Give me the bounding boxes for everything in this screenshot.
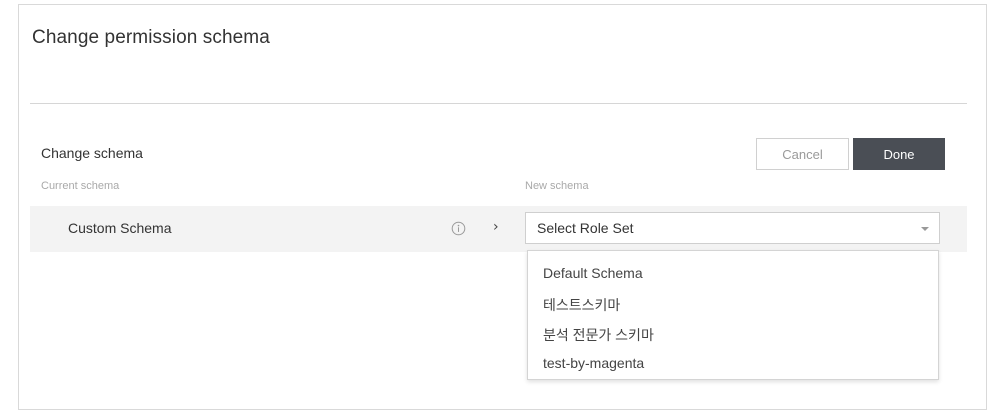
role-set-select-value: Select Role Set	[537, 220, 634, 236]
done-button[interactable]: Done	[853, 138, 945, 170]
info-icon[interactable]	[451, 221, 466, 236]
dropdown-option[interactable]: test-by-magenta	[543, 355, 644, 371]
title-divider	[30, 103, 967, 104]
new-schema-label: New schema	[525, 180, 589, 192]
role-set-dropdown: Default Schema 테스트스키마 분석 전문가 스키마 test-by…	[527, 250, 939, 380]
schema-row: Custom Schema › Select Role Set	[30, 206, 967, 252]
cancel-button[interactable]: Cancel	[756, 138, 849, 170]
current-schema-name: Custom Schema	[68, 220, 172, 236]
current-schema-label: Current schema	[41, 180, 120, 192]
dropdown-option[interactable]: 분석 전문가 스키마	[543, 325, 654, 345]
dropdown-option[interactable]: 테스트스키마	[543, 295, 620, 315]
permission-schema-dialog: Change permission schema Change schema C…	[18, 4, 987, 410]
chevron-right-icon: ›	[493, 219, 499, 235]
dropdown-option[interactable]: Default Schema	[543, 265, 643, 281]
section-title: Change schema	[41, 145, 143, 161]
dialog-title: Change permission schema	[32, 27, 270, 48]
role-set-select[interactable]: Select Role Set	[525, 212, 940, 244]
caret-down-icon	[921, 227, 929, 231]
